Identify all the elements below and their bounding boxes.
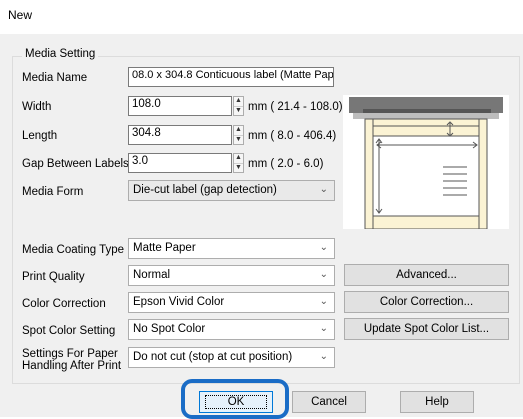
gap-spinner[interactable]: ▲ ▼	[233, 153, 244, 173]
ok-focus-highlight	[181, 379, 289, 419]
paper-handling-label: Settings For Paper Handling After Print	[22, 348, 121, 372]
color-correction-button[interactable]: Color Correction...	[344, 291, 509, 313]
paper-handling-label-line2: Handling After Print	[22, 360, 122, 372]
width-unit: mm ( 21.4 - 108.0)	[248, 101, 343, 113]
spot-color-select[interactable]: No Spot Color ⌄	[128, 319, 335, 340]
media-name-input[interactable]: 08.0 x 304.8 Conticuous label (Matte Pap…	[128, 67, 334, 87]
color-correction-label: Color Correction	[22, 298, 106, 310]
down-arrow-icon[interactable]: ▼	[234, 136, 243, 145]
window-title: New	[8, 8, 33, 22]
paper-handling-select[interactable]: Do not cut (stop at cut position) ⌄	[128, 347, 335, 368]
up-arrow-icon[interactable]: ▲	[234, 126, 243, 136]
length-label: Length	[22, 130, 58, 142]
media-form-value: Die-cut label (gap detection)	[133, 184, 277, 196]
color-correction-value: Epson Vivid Color	[133, 296, 225, 308]
length-unit: mm ( 8.0 - 406.4)	[248, 130, 337, 142]
chevron-down-icon: ⌄	[319, 242, 328, 253]
length-input[interactable]: 304.8	[128, 125, 232, 145]
update-spot-color-list-button[interactable]: Update Spot Color List...	[344, 318, 509, 340]
spot-color-label: Spot Color Setting	[22, 325, 116, 337]
help-button[interactable]: Help	[400, 391, 474, 413]
spot-color-value: No Spot Color	[133, 323, 206, 335]
up-arrow-icon[interactable]: ▲	[234, 154, 243, 164]
down-arrow-icon[interactable]: ▼	[234, 107, 243, 116]
width-input[interactable]: 108.0	[128, 96, 232, 116]
length-spinner[interactable]: ▲ ▼	[233, 125, 244, 145]
media-name-label: Media Name	[22, 72, 88, 84]
advanced-button[interactable]: Advanced...	[344, 264, 509, 286]
chevron-down-icon: ⌄	[319, 269, 328, 280]
chevron-down-icon: ⌄	[319, 351, 328, 362]
chevron-down-icon: ⌄	[319, 323, 328, 334]
chevron-down-icon: ⌄	[319, 184, 328, 195]
paper-handling-value: Do not cut (stop at cut position)	[133, 351, 293, 363]
coating-value: Matte Paper	[133, 242, 196, 254]
gap-input[interactable]: 3.0	[128, 153, 232, 173]
up-arrow-icon[interactable]: ▲	[234, 97, 243, 107]
print-quality-value: Normal	[133, 269, 171, 281]
paper-handling-label-line1: Settings For Paper	[22, 348, 118, 360]
media-setting-group-label: Media Setting	[22, 48, 99, 60]
cancel-button[interactable]: Cancel	[292, 391, 366, 413]
title-bar: New	[0, 0, 523, 34]
gap-label: Gap Between Labels	[22, 158, 129, 170]
coating-select[interactable]: Matte Paper ⌄	[128, 238, 335, 259]
coating-label: Media Coating Type	[22, 244, 125, 256]
gap-unit: mm ( 2.0 - 6.0)	[248, 158, 324, 170]
print-quality-select[interactable]: Normal ⌄	[128, 265, 335, 286]
down-arrow-icon[interactable]: ▼	[234, 164, 243, 173]
width-spinner[interactable]: ▲ ▼	[233, 96, 244, 116]
media-form-select[interactable]: Die-cut label (gap detection) ⌄	[128, 180, 335, 201]
chevron-down-icon: ⌄	[319, 296, 328, 307]
media-form-label: Media Form	[22, 186, 84, 198]
print-quality-label: Print Quality	[22, 271, 85, 283]
width-label: Width	[22, 101, 52, 113]
printer-preview-icon	[343, 95, 509, 230]
color-correction-select[interactable]: Epson Vivid Color ⌄	[128, 292, 335, 313]
